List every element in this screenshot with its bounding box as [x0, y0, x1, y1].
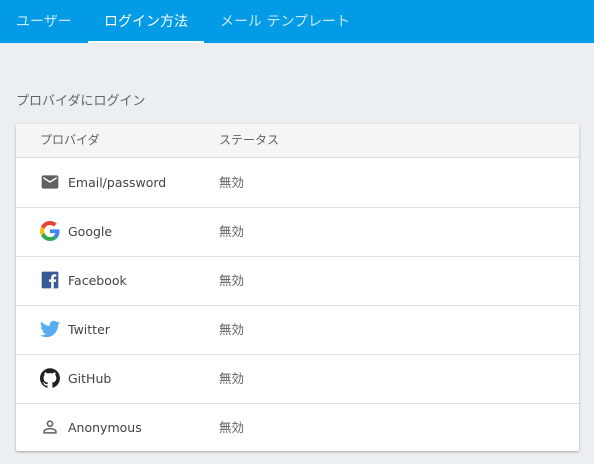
tab-sign-in-method[interactable]: ログイン方法 — [104, 0, 188, 43]
section-title: プロバイダにログイン — [16, 94, 146, 109]
provider-name: Google — [68, 224, 113, 239]
provider-status: 無効 — [219, 420, 245, 435]
provider-row-google[interactable]: Google 無効 — [16, 207, 579, 257]
provider-status: 無効 — [219, 175, 245, 190]
providers-card: プロバイダ ステータス Email/password 無効 Google 無効 — [16, 124, 579, 451]
github-icon — [40, 368, 60, 388]
twitter-icon — [40, 319, 60, 339]
tab-email-templates[interactable]: メール テンプレート — [220, 0, 350, 43]
email-icon — [40, 172, 60, 192]
provider-row-anonymous[interactable]: Anonymous 無効 — [16, 403, 579, 451]
provider-row-twitter[interactable]: Twitter 無効 — [16, 305, 579, 355]
provider-status: 無効 — [219, 224, 245, 239]
provider-name: Email/password — [68, 175, 167, 190]
provider-name: Twitter — [68, 322, 110, 337]
top-app-bar: ユーザー ログイン方法 メール テンプレート — [0, 0, 594, 43]
google-icon — [40, 221, 60, 241]
tab-users[interactable]: ユーザー — [16, 0, 72, 43]
provider-name: Anonymous — [68, 420, 142, 435]
column-header-provider: プロバイダ — [40, 133, 100, 147]
provider-row-email[interactable]: Email/password 無効 — [16, 158, 579, 208]
provider-name: Facebook — [68, 273, 127, 288]
provider-row-github[interactable]: GitHub 無効 — [16, 354, 579, 404]
provider-status: 無効 — [219, 273, 245, 288]
table-header: プロバイダ ステータス — [16, 124, 579, 158]
active-tab-indicator — [88, 41, 204, 43]
provider-row-facebook[interactable]: Facebook 無効 — [16, 256, 579, 306]
provider-name: GitHub — [68, 371, 112, 386]
column-header-status: ステータス — [219, 133, 280, 147]
person-icon — [40, 417, 60, 437]
provider-status: 無効 — [219, 371, 245, 386]
provider-status: 無効 — [219, 322, 245, 337]
facebook-icon — [40, 270, 60, 290]
